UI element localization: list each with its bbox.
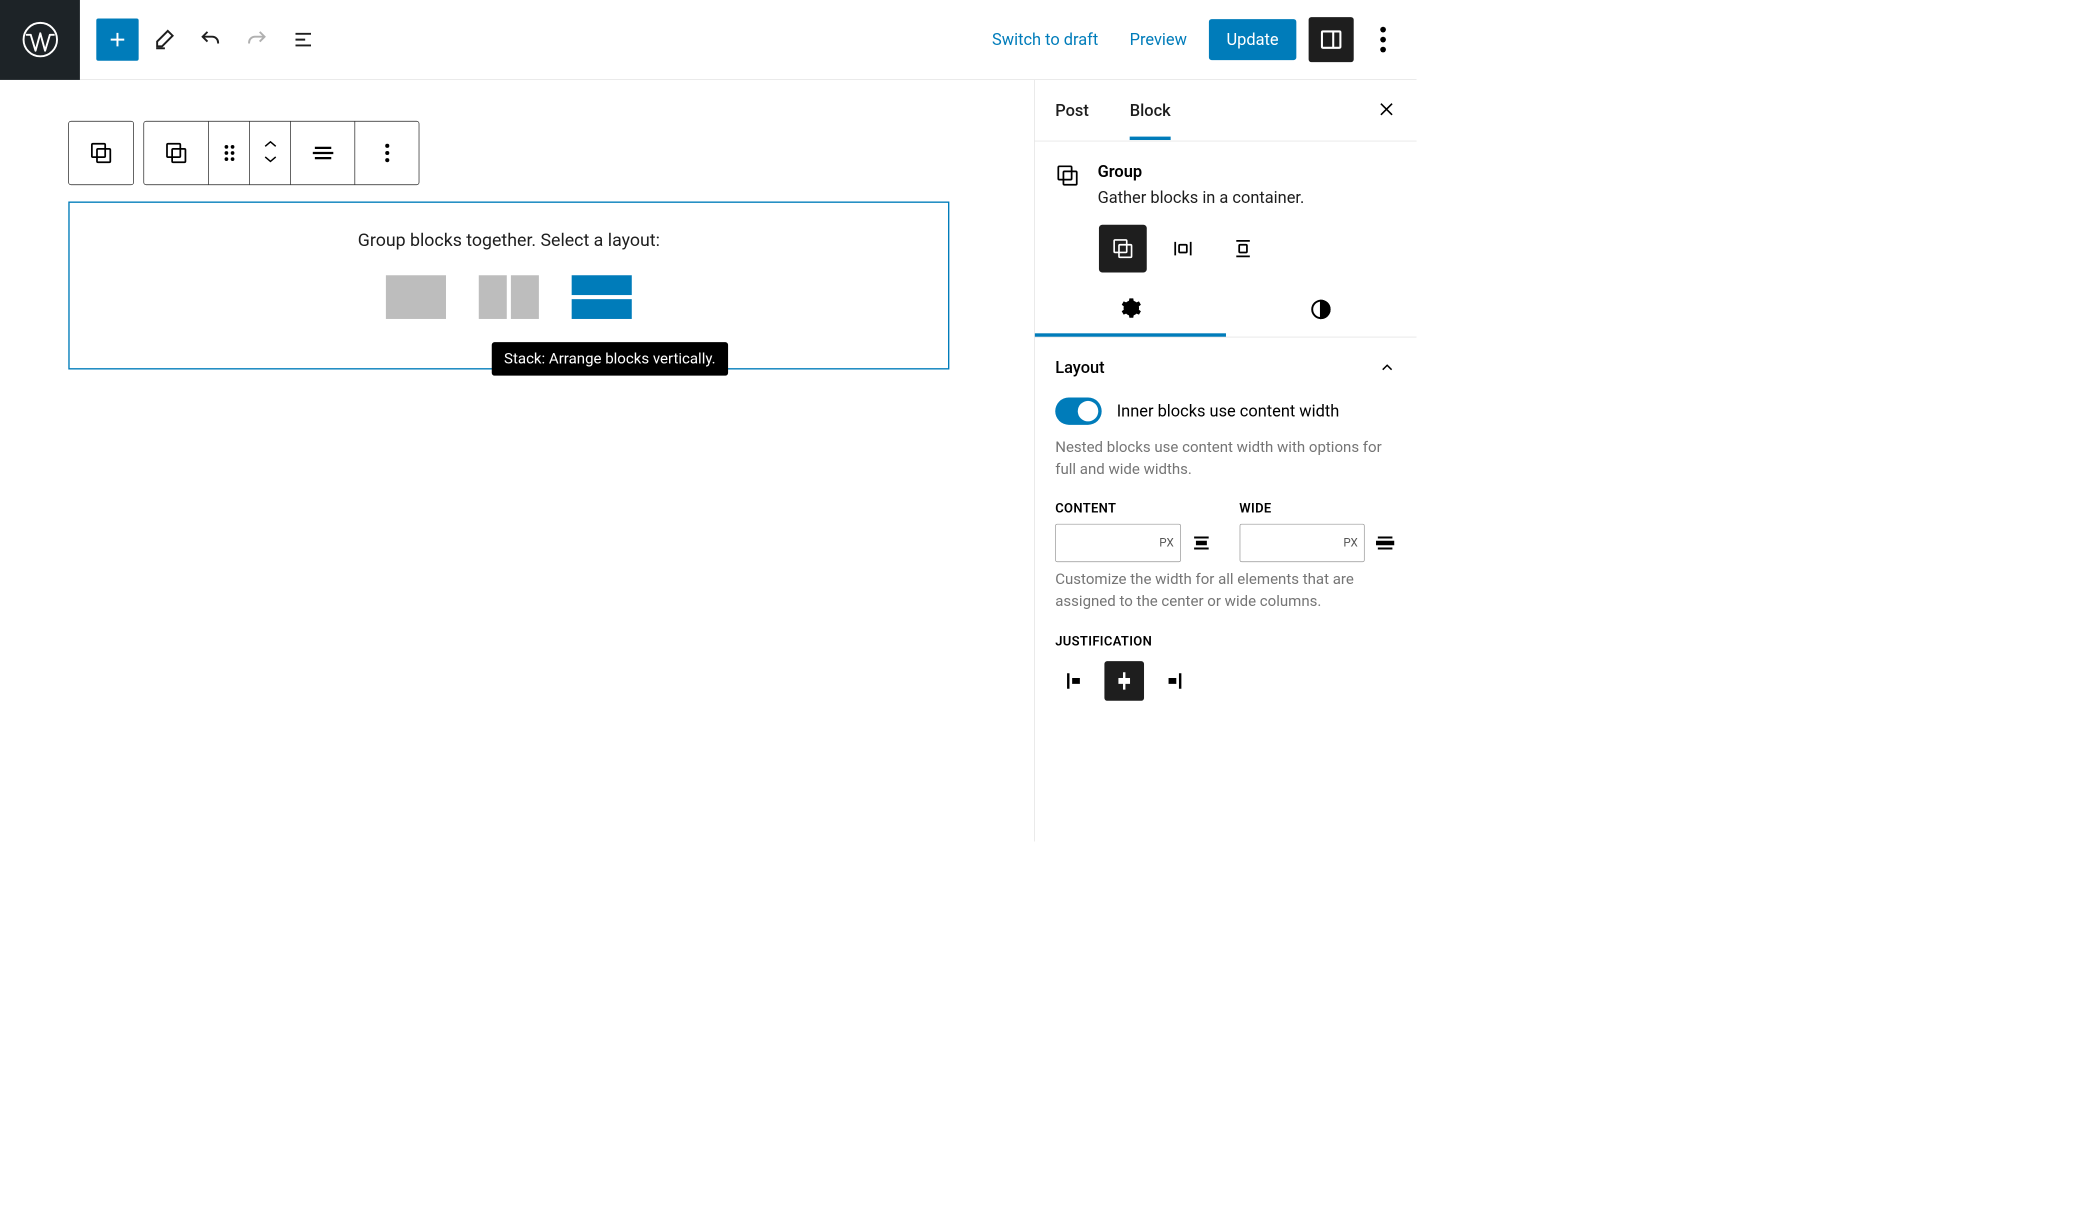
group-block[interactable]: Group blocks together. Select a layout: …: [68, 201, 949, 369]
preview-button[interactable]: Preview: [1120, 22, 1196, 58]
switch-to-draft-button[interactable]: Switch to draft: [982, 22, 1107, 58]
layout-tooltip: Stack: Arrange blocks vertically.: [492, 342, 728, 375]
width-help-text: Customize the width for all elements tha…: [1055, 569, 1396, 613]
wordpress-logo[interactable]: [0, 0, 80, 80]
add-block-button[interactable]: [96, 18, 138, 60]
variation-row-button[interactable]: [1159, 225, 1207, 273]
wide-width-unit[interactable]: PX: [1343, 536, 1357, 550]
wide-width-label: WIDE: [1239, 500, 1396, 516]
block-more-options-button[interactable]: [354, 122, 418, 185]
group-select-layout-heading: Group blocks together. Select a layout:: [97, 230, 921, 250]
sidebar-tab-post[interactable]: Post: [1055, 82, 1089, 139]
document-outline-button[interactable]: [282, 18, 324, 60]
close-sidebar-button[interactable]: [1377, 99, 1396, 121]
settings-tab-button[interactable]: [1035, 282, 1226, 337]
content-width-label: CONTENT: [1055, 500, 1212, 516]
variation-group-button[interactable]: [1099, 225, 1147, 273]
align-button[interactable]: [290, 122, 354, 185]
editor-header: Switch to draft Preview Update: [0, 0, 1417, 80]
toggle-label: Inner blocks use content width: [1117, 402, 1340, 421]
align-wide-icon: [1374, 532, 1396, 554]
layout-option-group[interactable]: [386, 275, 446, 319]
settings-sidebar-toggle[interactable]: [1309, 17, 1354, 62]
inner-blocks-content-width-toggle[interactable]: [1055, 398, 1101, 425]
editor-canvas[interactable]: Group blocks together. Select a layout: …: [0, 80, 1034, 842]
move-down-button[interactable]: [263, 154, 278, 166]
select-parent-button[interactable]: [69, 122, 133, 185]
align-content-icon: [1190, 532, 1212, 554]
gear-icon: [1119, 296, 1142, 319]
block-title: Group: [1098, 162, 1305, 181]
edit-tool-button[interactable]: [143, 18, 185, 60]
chevron-up-icon[interactable]: [1378, 359, 1396, 377]
layout-option-stack[interactable]: [572, 275, 632, 319]
settings-sidebar: Post Block Group Gather blocks in a cont…: [1034, 80, 1416, 842]
justification-label: JUSTIFICATION: [1055, 633, 1396, 649]
content-width-unit[interactable]: PX: [1159, 536, 1173, 550]
more-options-button[interactable]: [1366, 18, 1400, 60]
drag-handle[interactable]: [208, 122, 249, 185]
block-toolbar: [68, 121, 965, 185]
block-type-button[interactable]: [144, 122, 208, 185]
contrast-icon: [1309, 298, 1332, 321]
update-button[interactable]: Update: [1209, 19, 1297, 60]
group-icon: [1055, 163, 1080, 188]
justify-right-button[interactable]: [1154, 661, 1194, 701]
layout-option-row[interactable]: [479, 275, 539, 319]
toggle-help-text: Nested blocks use content width with opt…: [1055, 437, 1396, 481]
sidebar-tab-block[interactable]: Block: [1130, 82, 1171, 140]
block-description: Gather blocks in a container.: [1098, 188, 1305, 207]
move-up-button[interactable]: [263, 139, 278, 151]
variation-stack-button[interactable]: [1219, 225, 1267, 273]
justify-left-button[interactable]: [1055, 661, 1095, 701]
layout-panel-heading[interactable]: Layout: [1055, 358, 1104, 377]
redo-button[interactable]: [236, 18, 278, 60]
styles-tab-button[interactable]: [1226, 282, 1417, 337]
undo-button[interactable]: [189, 18, 231, 60]
justify-center-button[interactable]: [1104, 661, 1144, 701]
